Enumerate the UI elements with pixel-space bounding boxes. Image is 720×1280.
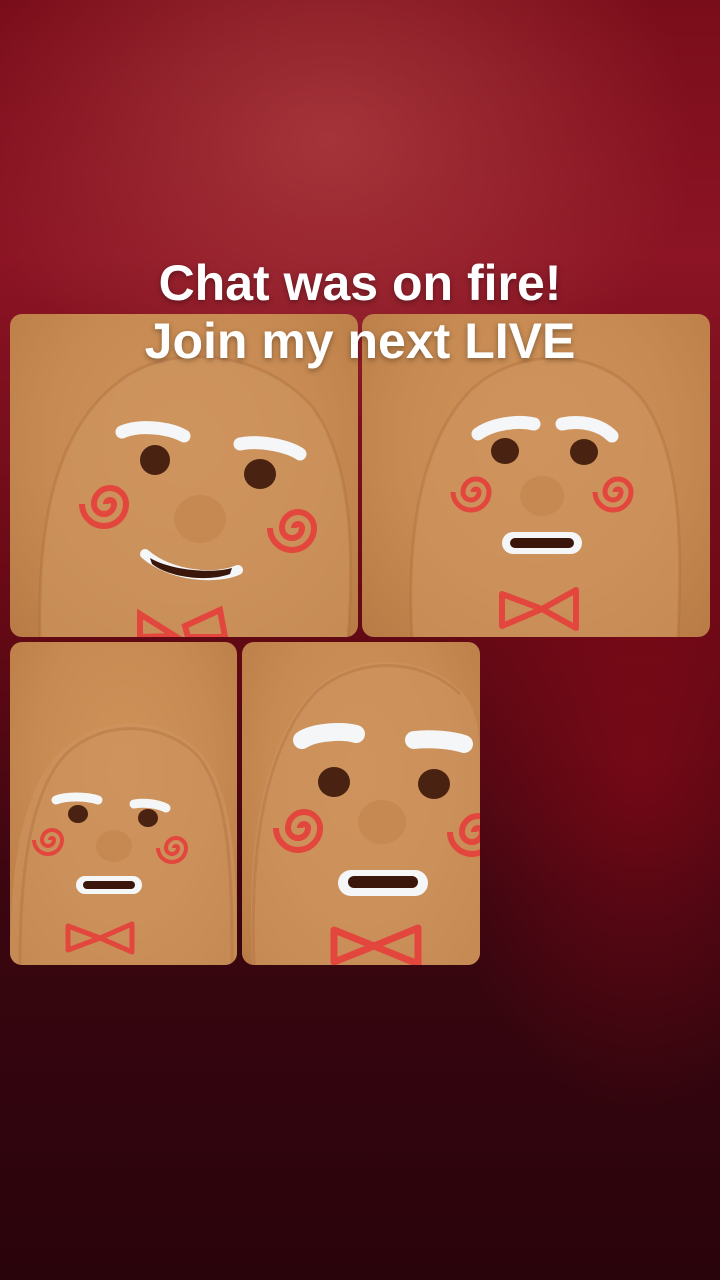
gingerbread-face-grimace-small (10, 723, 237, 965)
gingerbread-face-grimace-closeup (250, 662, 480, 965)
headline-line-2: Join my next LIVE (144, 313, 576, 369)
participant-tile-3[interactable] (10, 642, 237, 965)
participant-tile-4[interactable] (242, 642, 480, 965)
headline-line-1: Chat was on fire! (158, 255, 562, 311)
stream-end-headline: Chat was on fire! Join my next LIVE (0, 254, 720, 370)
